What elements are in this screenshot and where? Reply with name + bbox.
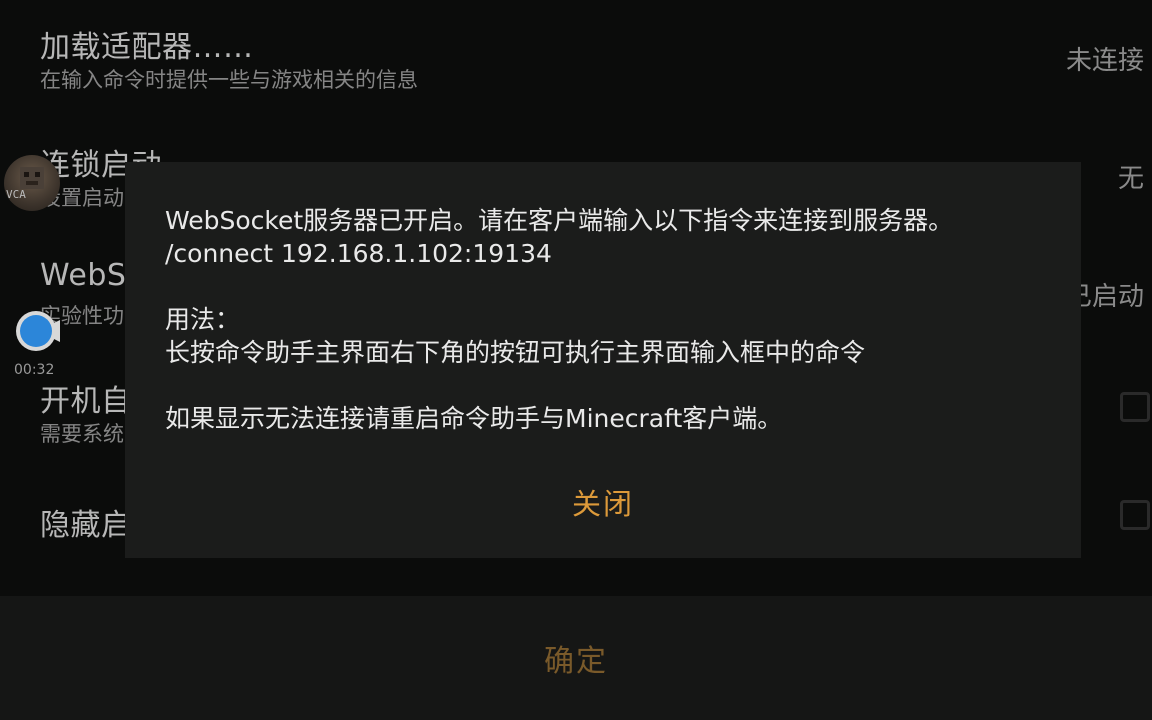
confirm-button[interactable]: 确定 xyxy=(0,596,1152,720)
setting-subtitle: 在输入命令时提供一些与游戏相关的信息 xyxy=(40,68,418,92)
dialog-line: WebSocket服务器已开启。请在客户端输入以下指令来连接到服务器。 xyxy=(165,206,954,235)
setting-title: 隐藏启 xyxy=(40,508,132,543)
checkbox-icon[interactable] xyxy=(1120,392,1150,422)
setting-value: 未连接 xyxy=(1065,46,1144,76)
avatar-graphic xyxy=(20,167,44,189)
dialog-line: 长按命令助手主界面右下角的按钮可执行主界面输入框中的命令 xyxy=(165,338,866,367)
setting-row-adapter[interactable]: 加载适配器…… 在输入命令时提供一些与游戏相关的信息 未连接 xyxy=(0,0,1152,120)
dialog-spacer xyxy=(165,369,1041,402)
close-button[interactable]: 关闭 xyxy=(125,472,1081,532)
setting-title: 加载适配器…… xyxy=(40,30,254,65)
setting-value: 无 xyxy=(1117,164,1144,194)
dialog-message: WebSocket服务器已开启。请在客户端输入以下指令来连接到服务器。 /con… xyxy=(165,204,1041,435)
screen-recorder-icon[interactable] xyxy=(14,308,60,354)
recording-timer: 00:32 xyxy=(14,362,55,378)
websocket-info-dialog: WebSocket服务器已开启。请在客户端输入以下指令来连接到服务器。 /con… xyxy=(125,162,1081,558)
avatar-icon[interactable] xyxy=(4,155,60,211)
avatar-label: VCA xyxy=(6,188,26,201)
dialog-spacer xyxy=(165,270,1041,303)
bottom-bar: 确定 xyxy=(0,596,1152,720)
dialog-line: 用法： xyxy=(165,305,241,334)
setting-subtitle: 需要系统 xyxy=(40,422,124,446)
app-screen: 加载适配器…… 在输入命令时提供一些与游戏相关的信息 未连接 连锁启动 设置启动… xyxy=(0,0,1152,720)
dialog-line-command: /connect 192.168.1.102:19134 xyxy=(165,239,552,268)
dialog-line: 如果显示无法连接请重启命令助手与Minecraft客户端。 xyxy=(165,404,783,433)
checkbox-icon[interactable] xyxy=(1120,500,1150,530)
recorder-graphic xyxy=(16,311,60,351)
